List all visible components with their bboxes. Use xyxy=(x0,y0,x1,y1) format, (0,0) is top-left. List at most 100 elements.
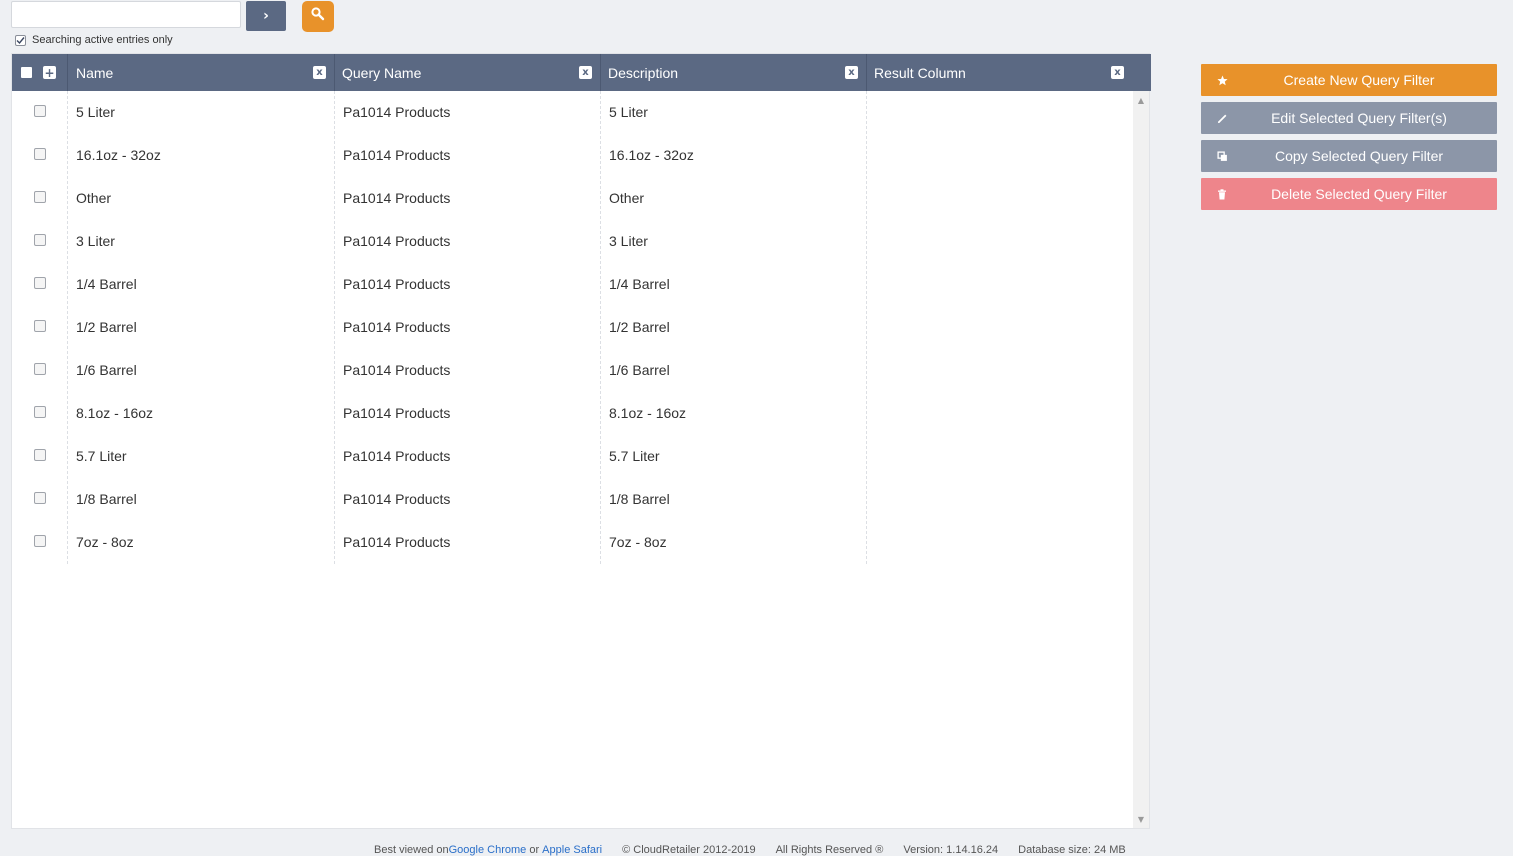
column-title: Name xyxy=(76,64,114,81)
cell-name: 5 Liter xyxy=(76,104,115,120)
cell-description: 3 Liter xyxy=(609,233,648,249)
select-all-checkbox[interactable] xyxy=(21,67,32,78)
button-label: Create New Query Filter xyxy=(1283,72,1435,88)
row-checkbox[interactable] xyxy=(34,277,46,289)
column-header-name[interactable]: Name x xyxy=(68,54,334,91)
copyright-text: © CloudRetailer 2012-2019 xyxy=(622,844,756,856)
magnifier-icon xyxy=(311,7,325,26)
table-row[interactable]: 8.1oz - 16oz Pa1014 Products 8.1oz - 16oz xyxy=(12,392,1133,435)
add-column-button[interactable]: + xyxy=(43,66,56,79)
trash-icon xyxy=(1215,187,1229,201)
button-label: Delete Selected Query Filter xyxy=(1271,186,1447,202)
table-row[interactable]: 1/8 Barrel Pa1014 Products 1/8 Barrel xyxy=(12,478,1133,521)
row-checkbox[interactable] xyxy=(34,535,46,547)
table-row[interactable]: 5.7 Liter Pa1014 Products 5.7 Liter xyxy=(12,435,1133,478)
cell-description: 5.7 Liter xyxy=(609,448,660,464)
active-entries-label: Searching active entries only xyxy=(32,34,173,46)
or-text: or xyxy=(526,844,543,856)
active-entries-checkbox[interactable] xyxy=(15,34,26,46)
cell-name: Other xyxy=(76,190,112,206)
search-go-button[interactable]: › xyxy=(246,1,286,31)
version-text: Version: 1.14.16.24 xyxy=(903,844,999,856)
create-query-filter-button[interactable]: Create New Query Filter xyxy=(1201,64,1497,96)
cell-query-name: Pa1014 Products xyxy=(343,147,451,163)
rights-text: All Rights Reserved ® xyxy=(775,844,884,856)
cell-name: 1/2 Barrel xyxy=(76,319,137,335)
table-row[interactable]: 3 Liter Pa1014 Products 3 Liter xyxy=(12,220,1133,263)
row-checkbox[interactable] xyxy=(34,191,46,203)
query-filter-grid: + Name x Query Name x Description x Resu… xyxy=(11,53,1151,829)
column-header-result-column[interactable]: Result Column x xyxy=(866,54,1132,91)
cell-query-name: Pa1014 Products xyxy=(343,104,451,120)
row-checkbox[interactable] xyxy=(34,148,46,160)
star-icon xyxy=(1215,73,1229,87)
database-size-text: Database size: 24 MB xyxy=(1018,844,1126,856)
row-checkbox[interactable] xyxy=(34,105,46,117)
grid-scrollbar[interactable]: ▲ ▼ xyxy=(1133,91,1149,828)
cell-query-name: Pa1014 Products xyxy=(343,190,451,206)
cell-description: 1/8 Barrel xyxy=(609,491,670,507)
table-row[interactable]: 7oz - 8oz Pa1014 Products 7oz - 8oz xyxy=(12,521,1133,564)
pencil-icon xyxy=(1215,111,1229,125)
scroll-up-arrow-icon[interactable]: ▲ xyxy=(1133,93,1149,107)
cell-query-name: Pa1014 Products xyxy=(343,362,451,378)
safari-link[interactable]: Apple Safari xyxy=(542,844,602,856)
search-button[interactable] xyxy=(302,1,334,32)
cell-query-name: Pa1014 Products xyxy=(343,534,451,550)
edit-query-filter-button[interactable]: Edit Selected Query Filter(s) xyxy=(1201,102,1497,134)
cell-name: 1/4 Barrel xyxy=(76,276,137,292)
cell-name: 7oz - 8oz xyxy=(76,534,134,550)
row-checkbox[interactable] xyxy=(34,363,46,375)
cell-name: 16.1oz - 32oz xyxy=(76,147,161,163)
row-checkbox[interactable] xyxy=(34,449,46,461)
table-row[interactable]: 1/4 Barrel Pa1014 Products 1/4 Barrel xyxy=(12,263,1133,306)
column-title: Result Column xyxy=(874,64,966,81)
cell-description: 1/2 Barrel xyxy=(609,319,670,335)
cell-name: 8.1oz - 16oz xyxy=(76,405,154,421)
row-checkbox[interactable] xyxy=(34,492,46,504)
grid-header: + Name x Query Name x Description x Resu… xyxy=(12,54,1151,91)
cell-description: Other xyxy=(609,190,645,206)
cell-description: 1/4 Barrel xyxy=(609,276,670,292)
chrome-link[interactable]: Google Chrome xyxy=(449,844,527,856)
column-header-query-name[interactable]: Query Name x xyxy=(334,54,600,91)
cell-name: 1/8 Barrel xyxy=(76,491,137,507)
cell-name: 5.7 Liter xyxy=(76,448,127,464)
copy-icon xyxy=(1215,149,1229,163)
column-title: Query Name xyxy=(342,64,422,81)
table-row[interactable]: Other Pa1014 Products Other xyxy=(12,177,1133,220)
cell-query-name: Pa1014 Products xyxy=(343,276,451,292)
remove-column-button[interactable]: x xyxy=(579,66,592,79)
cell-description: 16.1oz - 32oz xyxy=(609,147,694,163)
cell-description: 5 Liter xyxy=(609,104,648,120)
best-viewed-text: Best viewed on xyxy=(374,844,449,856)
row-checkbox[interactable] xyxy=(34,320,46,332)
search-input[interactable] xyxy=(11,1,241,28)
scroll-down-arrow-icon[interactable]: ▼ xyxy=(1133,812,1149,826)
table-row[interactable]: 1/6 Barrel Pa1014 Products 1/6 Barrel xyxy=(12,349,1133,392)
table-row[interactable]: 5 Liter Pa1014 Products 5 Liter xyxy=(12,91,1133,134)
remove-column-button[interactable]: x xyxy=(845,66,858,79)
cell-description: 8.1oz - 16oz xyxy=(609,405,687,421)
checkmark-icon xyxy=(16,36,25,44)
table-row[interactable]: 16.1oz - 32oz Pa1014 Products 16.1oz - 32o… xyxy=(12,134,1133,177)
row-checkbox[interactable] xyxy=(34,234,46,246)
cell-description: 7oz - 8oz xyxy=(609,534,667,550)
table-row[interactable]: 1/2 Barrel Pa1014 Products 1/2 Barrel xyxy=(12,306,1133,349)
copy-query-filter-button[interactable]: Copy Selected Query Filter xyxy=(1201,140,1497,172)
cell-query-name: Pa1014 Products xyxy=(343,233,451,249)
footer: Best viewed on Google Chrome or Apple Sa… xyxy=(374,844,1126,856)
row-checkbox[interactable] xyxy=(34,406,46,418)
button-label: Copy Selected Query Filter xyxy=(1274,148,1444,164)
delete-query-filter-button[interactable]: Delete Selected Query Filter xyxy=(1201,178,1497,210)
remove-column-button[interactable]: x xyxy=(313,66,326,79)
cell-query-name: Pa1014 Products xyxy=(343,491,451,507)
grid-body: 5 Liter Pa1014 Products 5 Liter 16.1oz - 32… xyxy=(12,91,1133,828)
cell-description: 1/6 Barrel xyxy=(609,362,670,378)
cell-name: 3 Liter xyxy=(76,233,115,249)
remove-column-button[interactable]: x xyxy=(1111,66,1124,79)
column-header-description[interactable]: Description x xyxy=(600,54,866,91)
button-label: Edit Selected Query Filter(s) xyxy=(1271,110,1447,126)
active-entries-filter[interactable]: Searching active entries only xyxy=(15,33,173,47)
cell-name: 1/6 Barrel xyxy=(76,362,137,378)
